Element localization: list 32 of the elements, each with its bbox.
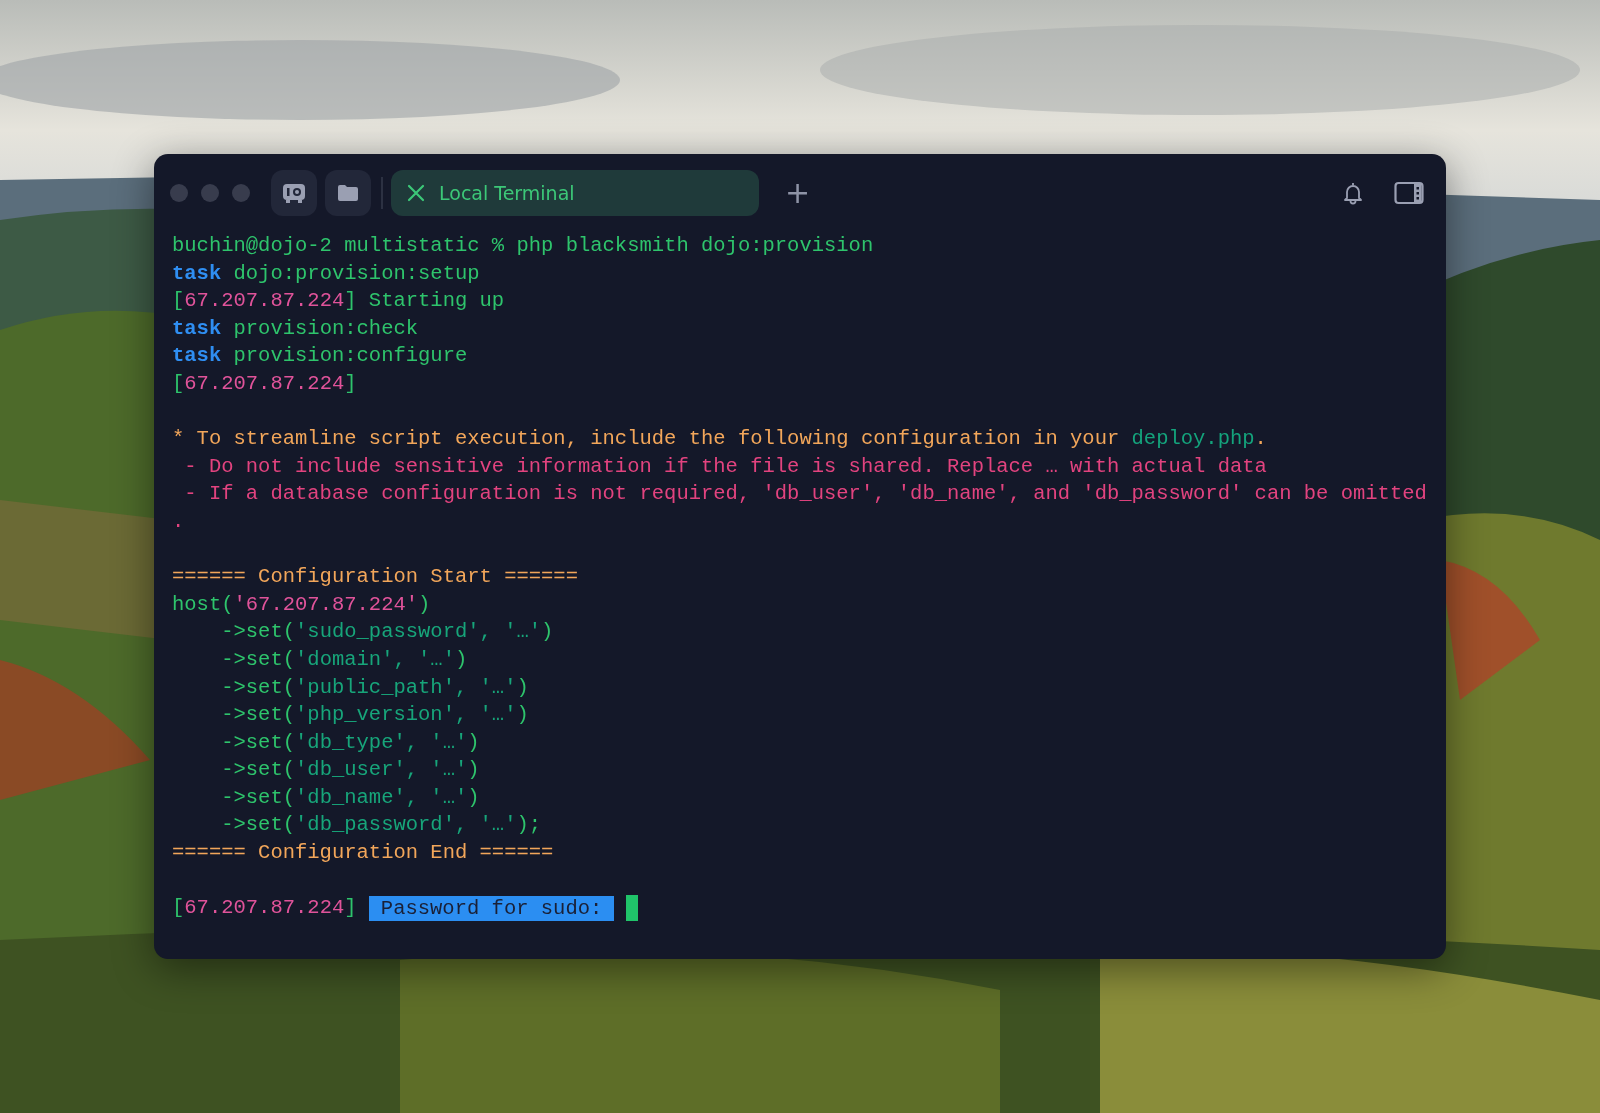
terminal-line: - Do not include sensitive information if the file is shared. Replace … with actual data (183, 453, 1267, 480)
notification-bell-icon[interactable] (1342, 181, 1364, 205)
terminal-line: ====== Configuration End ====== (172, 840, 554, 867)
terminal-line: ->set('public_path', '…') (220, 674, 529, 701)
terminal-line: . (172, 508, 185, 535)
terminal-line: ->set('domain', '…') (220, 646, 468, 673)
vault-button[interactable] (271, 170, 317, 216)
files-button[interactable] (325, 170, 371, 216)
terminal-line: task dojo:provision:setup (172, 260, 480, 287)
terminal-line: ->set('db_name', '…') (220, 784, 480, 811)
terminal-line: buchin@dojo-2 multistatic % php blacksmith dojo:provision (172, 233, 874, 259)
terminal-line: ->set('sudo_password', '…') (220, 619, 554, 646)
sidebar-toggle-icon[interactable] (1394, 181, 1424, 205)
terminal-line: ====== Configuration Start ====== (172, 564, 578, 591)
terminal-line: [67.207.87.224] Starting up (172, 288, 505, 315)
terminal-line: ->set('db_password', '…'); (220, 812, 542, 839)
terminal-line: ->set('db_type', '…') (220, 729, 480, 756)
safe-icon (283, 184, 305, 203)
terminal-line: task provision:check (172, 315, 419, 342)
folder-icon (338, 185, 358, 201)
terminal-line: - If a database configuration is not required, 'db_user', 'db_name', and 'db_password' can be omitted (183, 481, 1427, 508)
terminal-line: ->set('db_user', '…') (220, 757, 480, 784)
password-prompt: Password for sudo: (368, 895, 615, 921)
close-icon (407, 184, 425, 202)
terminal-tab[interactable]: Local Terminal (391, 170, 759, 216)
terminal-line: host('67.207.87.224') (172, 591, 431, 618)
terminal-line: ->set('php_version', '…') (220, 702, 529, 729)
terminal-line: [67.207.87.224] (172, 895, 358, 922)
new-tab-button[interactable]: + (781, 178, 815, 208)
terminal-line: [67.207.87.224] (172, 370, 357, 397)
terminal-line: task provision:configure (172, 343, 468, 370)
terminal-line: * To streamline script execution, include the following configuration in your deploy.php. (172, 426, 1267, 453)
